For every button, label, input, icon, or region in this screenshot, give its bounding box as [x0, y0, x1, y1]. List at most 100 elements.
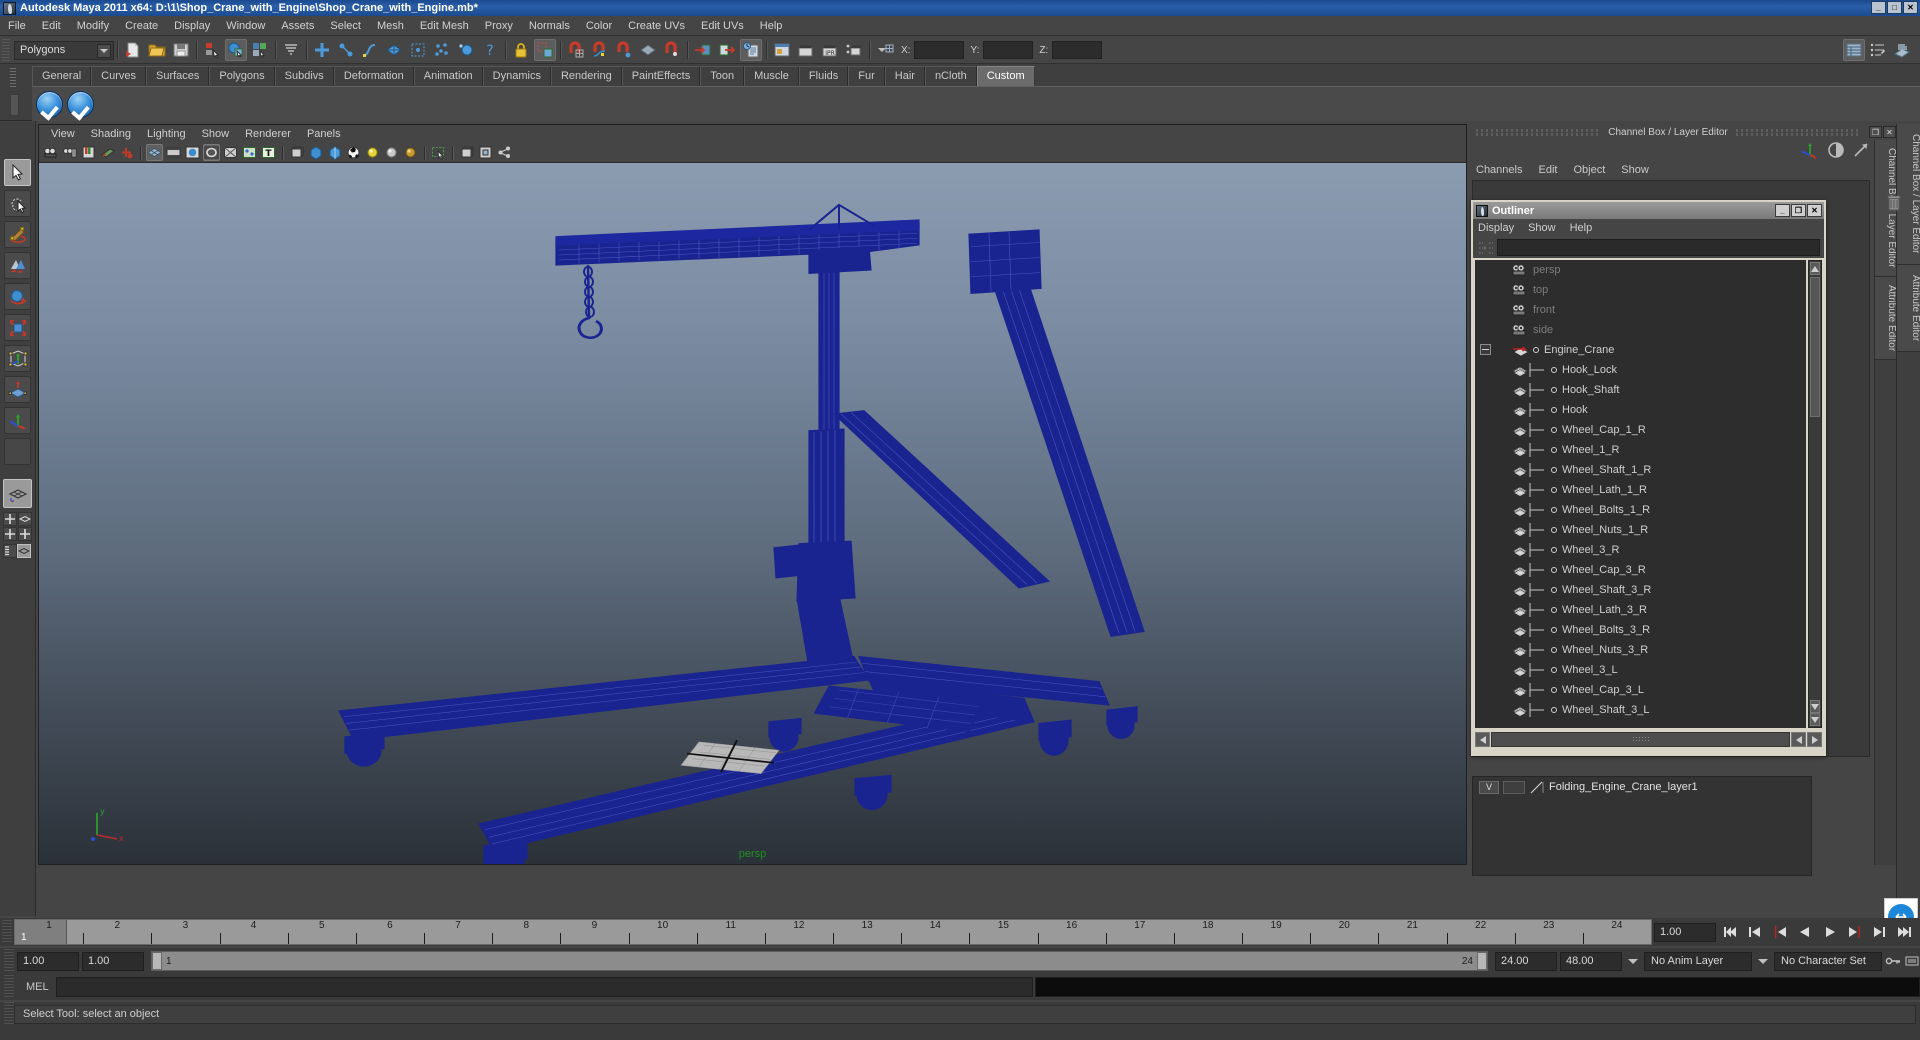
outliner-item-wheel_cap_1_r[interactable]: Wheel_Cap_1_R	[1475, 420, 1806, 440]
menu-item-file[interactable]: File	[0, 16, 34, 36]
shelf-tab-subdivs[interactable]: Subdivs	[274, 66, 334, 86]
y-coordinate-field[interactable]	[983, 41, 1034, 59]
shelf-button-check-1[interactable]	[36, 90, 63, 118]
outliner-item-wheel_nuts_3_r[interactable]: Wheel_Nuts_3_R	[1475, 640, 1806, 660]
xray-icon[interactable]	[222, 144, 239, 161]
grid-icon[interactable]	[458, 144, 475, 161]
outliner-search-input[interactable]	[1497, 239, 1820, 256]
shaded-wireframe-icon[interactable]	[288, 144, 305, 161]
shelf-button-check-2[interactable]	[67, 90, 94, 118]
outliner-menu-display[interactable]: Display	[1478, 222, 1514, 234]
last-tool-used[interactable]	[4, 438, 31, 465]
xray-joints-icon[interactable]	[241, 144, 258, 161]
layer-playback-toggle[interactable]	[1503, 780, 1525, 794]
share-icon[interactable]	[496, 144, 513, 161]
step-forward-frame-icon[interactable]	[1869, 922, 1891, 942]
dock-close-button[interactable]: ✕	[1883, 126, 1897, 138]
image-plane-icon[interactable]	[99, 144, 116, 161]
scroll-down-arrow-icon[interactable]	[1810, 700, 1820, 713]
menu-item-modify[interactable]: Modify	[69, 16, 117, 36]
channel-menu-show[interactable]: Show	[1621, 164, 1649, 178]
snap-to-curves-icon[interactable]	[589, 39, 611, 61]
menu-item-normals[interactable]: Normals	[521, 16, 578, 36]
layer-color-swatch[interactable]	[1529, 781, 1545, 794]
outliner-item-engine_crane[interactable]: Engine_Crane	[1475, 340, 1806, 360]
shelf-tab-fur[interactable]: Fur	[848, 66, 885, 86]
select-surface-icon[interactable]	[383, 39, 405, 61]
command-language-label[interactable]: MEL	[14, 981, 56, 993]
text-icon[interactable]: T	[260, 144, 277, 161]
outliner-item-wheel_shaft_3_l[interactable]: Wheel_Shaft_3_L	[1475, 700, 1806, 720]
animation-start-time-field[interactable]: 1.00	[17, 951, 79, 971]
shelf-tab-curves[interactable]: Curves	[91, 66, 146, 86]
shelf-tab-hair[interactable]: Hair	[884, 66, 925, 86]
scroll-thumb[interactable]	[1810, 277, 1820, 417]
current-time-field[interactable]: 1.00	[1654, 922, 1716, 942]
hscroll-left-arrow-icon[interactable]	[1475, 732, 1490, 747]
menu-item-assets[interactable]: Assets	[273, 16, 322, 36]
outliner-item-wheel_3_l[interactable]: Wheel_3_L	[1475, 660, 1806, 680]
outliner-item-wheel_cap_3_l[interactable]: Wheel_Cap_3_L	[1475, 680, 1806, 700]
menu-item-display[interactable]: Display	[166, 16, 218, 36]
smooth-shade-textured-icon[interactable]	[326, 144, 343, 161]
panel-menu-renderer[interactable]: Renderer	[237, 125, 299, 143]
anim-layer-selector[interactable]: No Anim Layer	[1644, 951, 1752, 971]
manipulator-icon[interactable]	[1800, 141, 1820, 164]
snap-to-planes-icon[interactable]	[637, 39, 659, 61]
menu-item-help[interactable]: Help	[752, 16, 791, 36]
outliner-menu-show[interactable]: Show	[1528, 222, 1556, 234]
select-by-object-type-icon[interactable]	[225, 39, 247, 61]
menu-item-create-uvs[interactable]: Create UVs	[620, 16, 693, 36]
hscroll-right-arrow-icon[interactable]	[1807, 732, 1822, 747]
shelf-tab-fluids[interactable]: Fluids	[798, 66, 849, 86]
select-curve-icon[interactable]	[359, 39, 381, 61]
x-coordinate-field[interactable]	[914, 41, 965, 59]
open-scene-icon[interactable]	[146, 39, 168, 61]
render-current-frame-icon[interactable]	[795, 39, 817, 61]
gate-mask-icon[interactable]	[203, 144, 220, 161]
menu-item-edit-mesh[interactable]: Edit Mesh	[412, 16, 477, 36]
shelf-tab-rendering[interactable]: Rendering	[550, 66, 622, 86]
playback-end-time-field[interactable]: 24.00	[1495, 951, 1557, 971]
shelf-tab-surfaces[interactable]: Surfaces	[145, 66, 210, 86]
outliner-item-side[interactable]: side	[1475, 320, 1806, 340]
menu-item-mesh[interactable]: Mesh	[369, 16, 412, 36]
outliner-item-wheel_lath_1_r[interactable]: Wheel_Lath_1_R	[1475, 480, 1806, 500]
maximize-button[interactable]: □	[1887, 1, 1902, 14]
help-line-grip[interactable]	[4, 1002, 14, 1026]
outliner-item-wheel_nuts_1_r[interactable]: Wheel_Nuts_1_R	[1475, 520, 1806, 540]
attribute-icon[interactable]	[1852, 141, 1870, 164]
channel-menu-channels[interactable]: Channels	[1476, 164, 1522, 178]
range-right-handle[interactable]	[1477, 952, 1487, 970]
channel-menu-edit[interactable]: Edit	[1538, 164, 1557, 178]
select-rendering-icon[interactable]	[455, 39, 477, 61]
z-coordinate-field[interactable]	[1052, 41, 1103, 59]
anim-layer-dropdown-icon[interactable]	[1625, 951, 1641, 971]
new-scene-icon[interactable]	[122, 39, 144, 61]
menu-item-edit[interactable]: Edit	[34, 16, 69, 36]
shelf-tab-animation[interactable]: Animation	[413, 66, 483, 86]
outliner-item-wheel_1_r[interactable]: Wheel_1_R	[1475, 440, 1806, 460]
layer-visibility-toggle[interactable]: V	[1479, 780, 1499, 794]
isolate-select-icon[interactable]	[430, 144, 447, 161]
panel-menu-shading[interactable]: Shading	[83, 125, 139, 143]
outliner-item-hook_lock[interactable]: Hook_Lock	[1475, 360, 1806, 380]
command-input-field[interactable]	[56, 977, 1033, 997]
dock-grip-left[interactable]	[1476, 128, 1601, 136]
go-to-start-icon[interactable]	[1719, 922, 1741, 942]
input-output-dropdown-icon[interactable]	[874, 39, 896, 61]
trash-icon[interactable]	[1886, 194, 1902, 212]
select-mask-menu-icon[interactable]	[280, 39, 302, 61]
resolution-gate-icon[interactable]	[184, 144, 201, 161]
select-misc-icon[interactable]: ?	[479, 39, 501, 61]
dock-restore-button[interactable]: ❐	[1869, 126, 1883, 138]
animation-preferences-icon[interactable]	[1904, 951, 1920, 971]
shelf-tab-custom[interactable]: Custom	[976, 66, 1035, 86]
construction-history-on-icon[interactable]	[692, 39, 714, 61]
outliner-close-button[interactable]: ✕	[1807, 204, 1822, 217]
scale-tool[interactable]	[4, 314, 31, 341]
render-view-icon[interactable]	[771, 39, 793, 61]
show-hide-channel-box-icon[interactable]	[1843, 39, 1865, 61]
character-set-dropdown-icon[interactable]	[1755, 951, 1771, 971]
snap-to-grids-icon[interactable]	[565, 39, 587, 61]
